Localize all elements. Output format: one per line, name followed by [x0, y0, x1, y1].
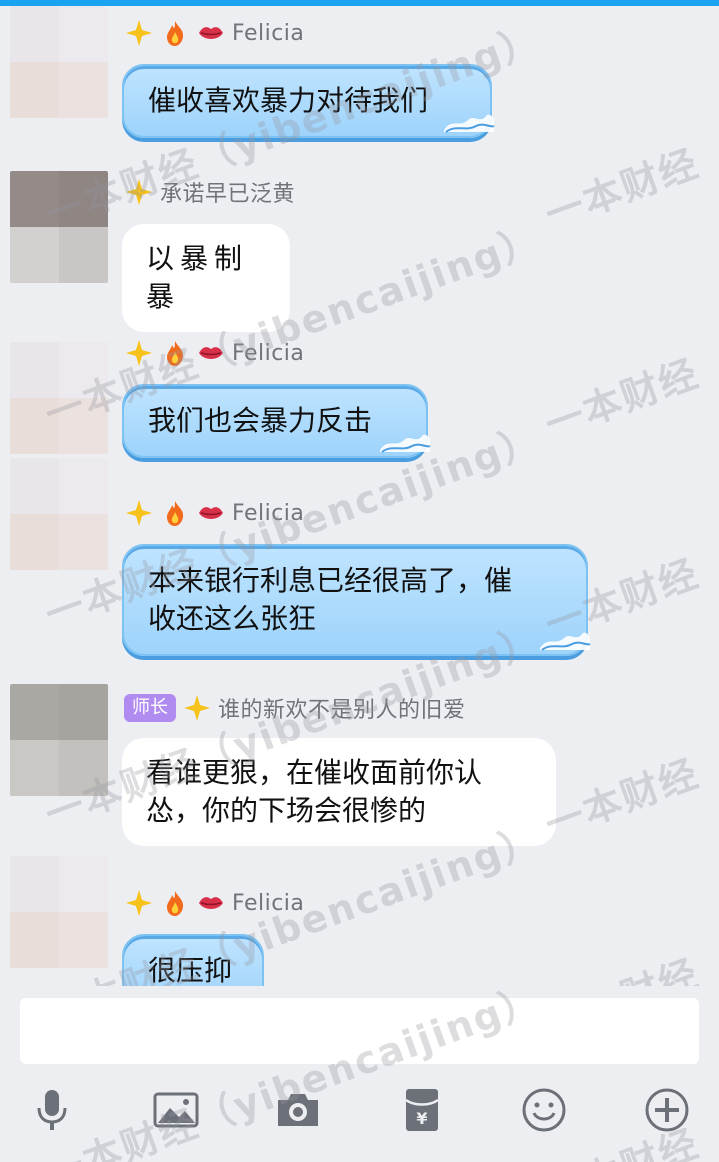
message-bubble[interactable]: 以暴制暴	[122, 224, 290, 332]
sender-name[interactable]: 谁的新欢不是别人的旧爱	[218, 692, 466, 724]
message-bubble[interactable]: 我们也会暴力反击	[122, 384, 431, 458]
star-badge-icon	[124, 177, 154, 207]
sender-name[interactable]: Felicia	[232, 21, 304, 46]
wave-decoration-icon	[444, 114, 495, 133]
lips-badge-icon	[196, 888, 226, 918]
message-text: 很压抑	[148, 954, 233, 986]
sender-avatar[interactable]	[10, 684, 108, 796]
wave-decoration-icon	[540, 632, 591, 651]
image-icon[interactable]	[152, 1086, 200, 1134]
fire-badge-icon	[160, 338, 190, 368]
plus-icon[interactable]	[643, 1086, 691, 1134]
watermark-text: 一本财经（yibencaijing）	[539, 226, 719, 447]
message-sender: Felicia	[124, 886, 304, 920]
sender-name[interactable]: Felicia	[232, 501, 304, 526]
message-sender: Felicia	[124, 336, 304, 370]
emoji-icon[interactable]	[520, 1086, 568, 1134]
message-bubble[interactable]: 看谁更狠，在催收面前你认 怂，你的下场会很惨的	[122, 738, 556, 846]
message-text: 我们也会暴力反击	[148, 404, 373, 437]
svg-text:¥: ¥	[416, 1109, 427, 1128]
sender-avatar[interactable]	[10, 458, 108, 570]
sender-name[interactable]: 承诺早已泛黄	[160, 176, 295, 208]
chat-message-list[interactable]: Felicia 催收喜欢暴力对待我们 承诺早已泛黄 以暴制暴 Felicia 我…	[0, 6, 719, 986]
message-text: 收还这么张狂	[148, 602, 317, 635]
member-title-tag: 师长	[124, 694, 176, 722]
lips-badge-icon	[196, 18, 226, 48]
star-badge-icon	[124, 18, 154, 48]
message-text: 以暴制暴	[146, 242, 249, 313]
watermark-text: 一本财经（yibencaijing）	[539, 826, 719, 986]
lips-badge-icon	[196, 498, 226, 528]
message-text: 催收喜欢暴力对待我们	[148, 84, 429, 117]
sender-name[interactable]: Felicia	[232, 891, 304, 916]
star-badge-icon	[182, 693, 212, 723]
star-badge-icon	[124, 338, 154, 368]
message-bubble[interactable]: 本来银行利息已经很高了，催 收还这么张狂	[122, 544, 591, 656]
message-text: 本来银行利息已经很高了，催	[148, 564, 513, 597]
star-badge-icon	[124, 888, 154, 918]
fire-badge-icon	[160, 888, 190, 918]
sender-name[interactable]: Felicia	[232, 341, 304, 366]
red-packet-icon[interactable]: ¥	[398, 1086, 446, 1134]
message-bubble[interactable]: 很压抑	[122, 934, 264, 986]
message-input[interactable]	[20, 998, 699, 1064]
microphone-icon[interactable]	[28, 1086, 76, 1134]
fire-badge-icon	[160, 498, 190, 528]
watermark-text: 一本财经（yibencaijing）	[539, 16, 719, 237]
message-sender: 承诺早已泛黄	[124, 175, 295, 209]
wave-decoration-icon	[380, 434, 431, 453]
message-sender: Felicia	[124, 496, 304, 530]
input-area: ¥ 一本财经（yibencaijing） 一本财经（yibencaijing）	[0, 977, 719, 1162]
sender-avatar[interactable]	[10, 171, 108, 283]
message-bubble[interactable]: 催收喜欢暴力对待我们	[122, 64, 495, 138]
star-badge-icon	[124, 498, 154, 528]
message-text: 看谁更狠，在催收面前你认	[146, 756, 483, 789]
camera-icon[interactable]	[274, 1086, 322, 1134]
message-sender: Felicia	[124, 16, 304, 50]
sender-avatar[interactable]	[10, 6, 108, 118]
lips-badge-icon	[196, 338, 226, 368]
message-sender: 师长 谁的新欢不是别人的旧爱	[124, 691, 466, 725]
message-text: 怂，你的下场会很惨的	[146, 794, 427, 827]
sender-avatar[interactable]	[10, 342, 108, 454]
sender-avatar[interactable]	[10, 856, 108, 968]
fire-badge-icon	[160, 18, 190, 48]
